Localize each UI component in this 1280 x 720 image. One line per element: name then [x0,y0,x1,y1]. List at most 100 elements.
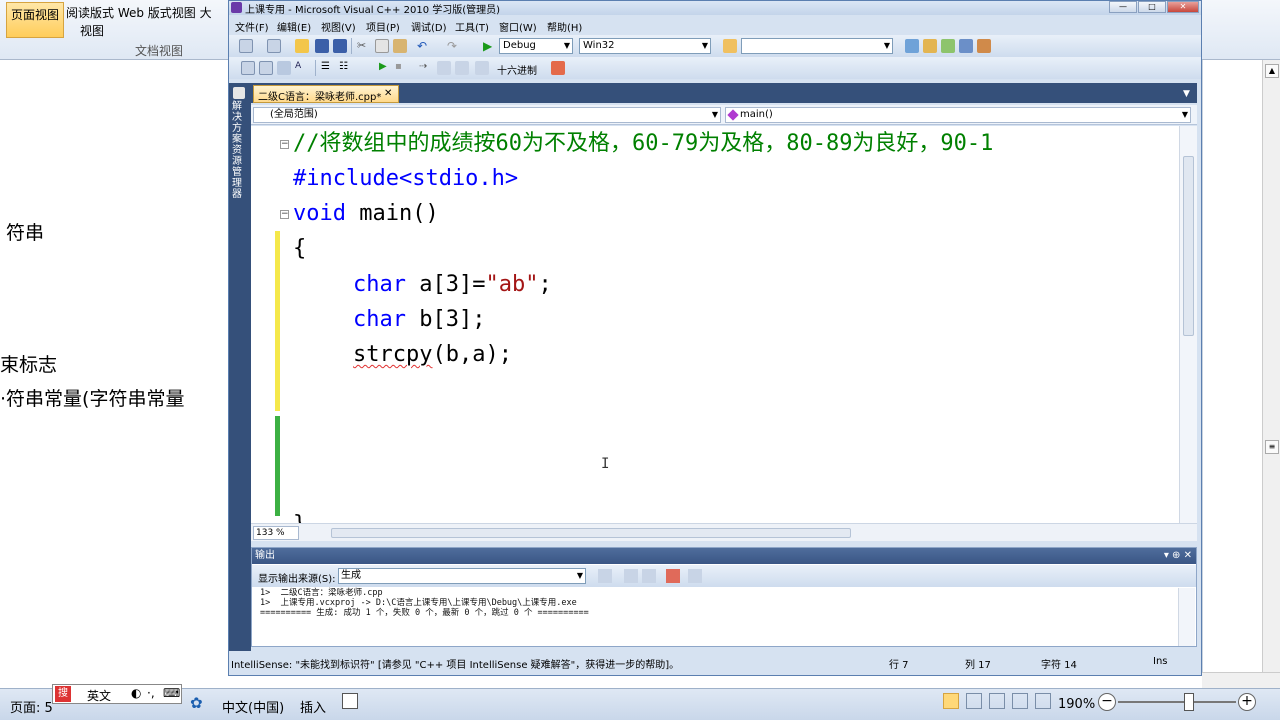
insert-mode-indicator[interactable]: 插入 [300,697,326,716]
quick-info-icon[interactable] [277,61,291,75]
full-screen-reading-icon[interactable] [966,693,982,709]
ime-punctuation-icon[interactable]: ·, [147,686,155,700]
ime-logo-icon[interactable]: 搜 [55,686,71,702]
redo-icon[interactable]: ↷ [447,39,461,53]
toolbox-icon[interactable] [941,39,955,53]
save-icon[interactable] [315,39,329,53]
code-editor[interactable]: − − //将数组中的成绩按60为不及格，60-79为及格，80-89为良好，9… [251,126,1197,523]
platform-select[interactable]: Win32 ▼ [579,38,711,54]
maximize-icon[interactable]: □ [1138,1,1166,13]
code-line-1[interactable]: //将数组中的成绩按60为不及格，60-79为及格，80-89为良好，90-1 [293,130,993,158]
language-indicator[interactable]: 中文(中国) [222,697,284,716]
scroll-thumb[interactable] [1183,156,1194,336]
extensions-icon[interactable] [977,39,991,53]
bookmark-icon[interactable] [475,61,489,75]
scope-dropdown[interactable]: (全局范围) ▼ [253,107,721,123]
output-text[interactable]: 1> 二级C语言：梁咏老师.cpp 1> 上课专用.vcxproj -> D:\C… [260,588,1160,618]
close-icon[interactable]: ✕ [384,88,392,99]
ime-halfwidth-icon[interactable]: ◐ [131,686,141,700]
page-view-button[interactable]: 页面视图 [6,2,64,38]
horizontal-scroll-thumb[interactable] [331,528,851,538]
chevron-down-icon[interactable]: ▼ [1183,89,1190,99]
editor-vertical-scrollbar[interactable] [1179,126,1197,523]
output-window-controls[interactable]: ▾ ⊕ ✕ [1164,548,1192,564]
uncomment-icon[interactable]: ☷ [339,61,353,75]
add-item-icon[interactable] [267,39,281,53]
minimize-icon[interactable]: — [1109,1,1137,13]
word-vertical-scrollbar[interactable]: ▲ ≡ [1262,60,1280,688]
page-indicator[interactable]: 页面: 5 [10,697,53,716]
step-icon[interactable]: ▪ [395,61,409,75]
ime-keyboard-icon[interactable]: ⌨ [163,686,180,700]
comment-out-icon[interactable]: ☰ [321,61,335,75]
breakpoints-icon[interactable] [551,61,565,75]
code-line-4[interactable]: { [293,235,306,263]
code-line-6[interactable]: char b[3]; [353,306,485,334]
step-over-icon[interactable] [437,61,451,75]
zoom-out-icon[interactable]: − [1098,693,1116,711]
hex-display-toggle[interactable]: 十六进制 [497,62,537,77]
start-debug-icon[interactable]: ▶ [483,39,497,53]
zoom-in-icon[interactable]: + [1238,693,1256,711]
open-file-icon[interactable] [295,39,309,53]
code-line-7[interactable]: strcpy(b,a); [353,341,512,369]
step-into-icon[interactable]: ⇢ [419,61,433,75]
previous-message-icon[interactable] [624,569,638,583]
menu-edit[interactable]: 编辑(E) [277,19,311,34]
print-layout-view-icon[interactable] [943,693,959,709]
code-line-8[interactable]: } [293,511,306,523]
menu-window[interactable]: 窗口(W) [499,19,537,34]
paste-icon[interactable] [393,39,407,53]
word-document-area[interactable]: 符串 束标志 ·符串常量(字符串常量 [0,60,228,688]
menu-tools[interactable]: 工具(T) [455,19,489,34]
menu-project[interactable]: 项目(P) [366,19,400,34]
zoom-slider-thumb[interactable] [1184,693,1194,711]
editor-zoom-combo[interactable]: 133 % [253,526,299,540]
class-view-icon[interactable] [959,39,973,53]
reading-layout-button-line2[interactable]: 视图 [80,22,104,39]
draft-view-icon[interactable] [1035,693,1051,709]
menu-debug[interactable]: 调试(D) [411,19,447,34]
solution-explorer-icon[interactable] [905,39,919,53]
code-line-3[interactable]: void main() [293,200,439,228]
display-parameter-icon[interactable] [259,61,273,75]
word-horizontal-scrollbar[interactable] [1202,672,1280,688]
zoom-level[interactable]: 190% [1058,697,1095,712]
find-in-files-icon[interactable] [723,39,737,53]
new-project-icon[interactable] [239,39,253,53]
solution-explorer-side-tab[interactable]: 解决方案资源管理器 [229,83,251,663]
properties-icon[interactable] [923,39,937,53]
code-line-2[interactable]: #include<stdio.h> [293,165,518,193]
ime-language-toggle[interactable]: 英文 [87,687,111,704]
collapse-icon[interactable]: − [280,140,289,149]
go-to-error-icon[interactable] [598,569,612,583]
find-combo[interactable]: ▼ [741,38,893,54]
complete-word-icon[interactable]: A [295,61,309,75]
close-icon[interactable]: ✕ [1167,1,1199,13]
word-wrap-icon[interactable] [688,569,702,583]
next-message-icon[interactable] [642,569,656,583]
clear-all-icon[interactable] [666,569,680,583]
menu-help[interactable]: 帮助(H) [547,19,582,34]
tab-active-document[interactable]: 二级C语言：梁咏老师.cpp* ✕ [253,85,399,103]
macro-record-icon[interactable] [342,693,358,709]
outline-view-icon[interactable] [1012,693,1028,709]
reading-layout-button[interactable]: 阅读版式 Web 版式视图 大 [66,4,212,21]
cut-icon[interactable]: ✂ [357,39,371,53]
menu-file[interactable]: 文件(F) [235,19,269,34]
copy-icon[interactable] [375,39,389,53]
undo-icon[interactable]: ↶ [417,39,431,53]
collapse-icon[interactable]: − [280,210,289,219]
run-icon[interactable]: ▶ [379,61,393,75]
member-dropdown[interactable]: main() ▼ [725,107,1191,123]
step-out-icon[interactable] [455,61,469,75]
scroll-thumb-icon[interactable]: ≡ [1265,440,1279,454]
zoom-slider-track[interactable] [1118,701,1236,703]
output-window-header[interactable]: 输出 ▾ ⊕ ✕ [252,548,1196,564]
web-layout-icon[interactable] [989,693,1005,709]
configuration-select[interactable]: Debug ▼ [499,38,573,54]
display-object-icon[interactable] [241,61,255,75]
code-line-5[interactable]: char a[3]="ab"; [353,271,552,299]
vs-title-bar[interactable]: 上课专用 - Microsoft Visual C++ 2010 学习版(管理员… [229,1,1201,16]
scroll-up-icon[interactable]: ▲ [1265,64,1279,78]
